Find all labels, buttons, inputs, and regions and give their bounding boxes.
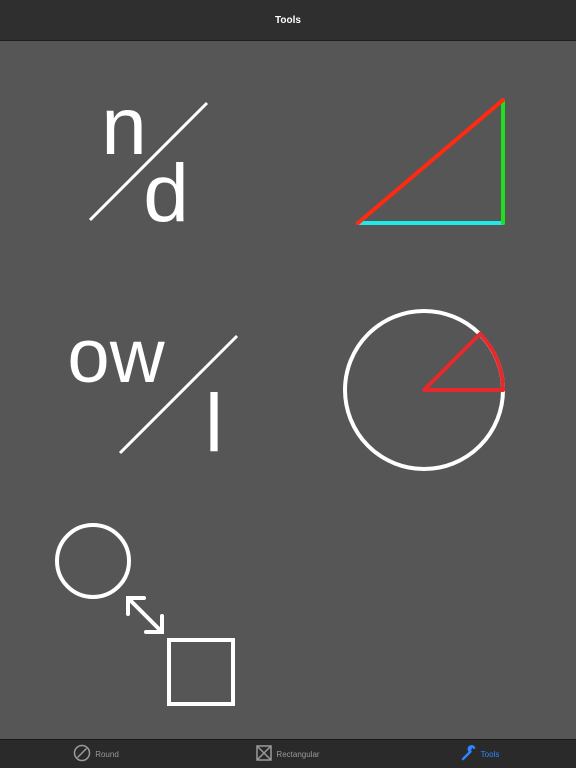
fraction-tool[interactable]: n d xyxy=(80,88,220,228)
tab-rectangular[interactable]: Rectangular xyxy=(192,740,384,768)
length-ratio-numerator: ow xyxy=(67,318,165,399)
round-to-rectangular-tool[interactable] xyxy=(50,518,242,710)
tab-rectangular-label: Rectangular xyxy=(276,749,320,759)
rectangular-icon xyxy=(256,745,273,763)
tab-tools-label: Tools xyxy=(480,749,500,759)
right-triangle-tool[interactable] xyxy=(350,92,515,232)
fraction-denominator: d xyxy=(143,148,189,228)
conversion-square-shape xyxy=(167,638,235,706)
fraction-icon: n d xyxy=(88,88,209,228)
round-icon xyxy=(73,744,91,764)
fraction-numerator: n xyxy=(101,88,147,172)
double-arrow-icon xyxy=(126,596,164,634)
navigation-bar: Tools xyxy=(0,0,576,41)
tab-bar: Round Rectangular Tools xyxy=(0,739,576,768)
tab-round[interactable]: Round xyxy=(0,740,192,768)
length-ratio-icon: ow l xyxy=(67,318,239,460)
circle-sector-tool[interactable] xyxy=(340,302,510,478)
tab-round-label: Round xyxy=(95,749,119,759)
page-title: Tools xyxy=(275,14,301,26)
length-ratio-tool[interactable]: ow l xyxy=(55,318,245,460)
sector-wedge xyxy=(422,332,506,392)
conversion-circle-shape xyxy=(55,523,131,599)
right-triangle-icon xyxy=(356,98,505,225)
circle-sector-icon xyxy=(343,309,506,471)
tab-tools[interactable]: Tools xyxy=(384,740,576,768)
length-ratio-denominator: l xyxy=(205,378,223,460)
triangle-hypotenuse-line xyxy=(356,98,505,225)
round-to-rectangular-icon xyxy=(55,523,235,706)
wrench-icon xyxy=(461,745,477,763)
